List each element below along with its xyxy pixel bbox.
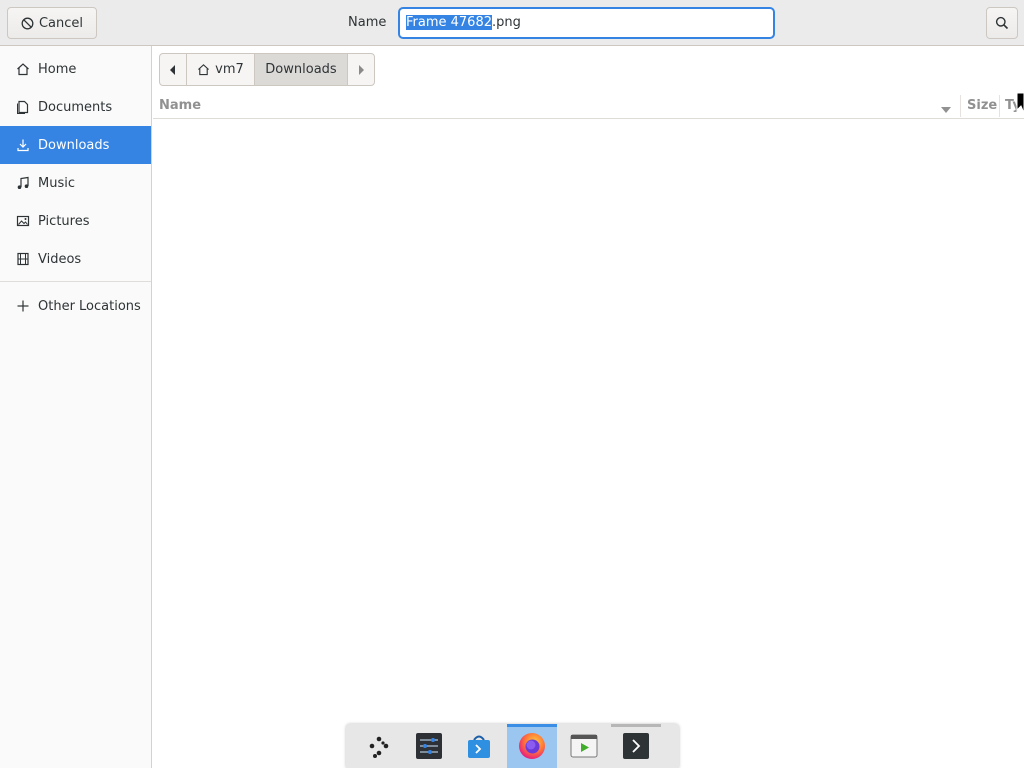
dock [346,724,679,768]
path-back-button[interactable] [160,54,186,85]
documents-icon [15,99,31,115]
dock-item-settings[interactable] [404,724,454,768]
path-segment-home[interactable]: vm7 [186,54,254,85]
path-segment-downloads[interactable]: Downloads [254,54,348,85]
music-icon [15,175,31,191]
filename-input[interactable]: Frame 47682.png [398,7,775,39]
plus-icon [15,298,31,314]
media-player-icon [570,732,598,760]
sidebar-item-label: Videos [38,251,82,267]
filename-selected-text: Frame 47682 [406,15,492,30]
sidebar-item-music[interactable]: Music [0,164,151,202]
file-list-header: Name Size Ty [153,93,1024,119]
mouse-cursor-icon [1016,92,1024,118]
sidebar-item-label: Other Locations [38,298,141,314]
sidebar-item-videos[interactable]: Videos [0,240,151,278]
cancel-icon [21,17,34,30]
path-segment-label: vm7 [215,62,244,77]
path-segment-label: Downloads [265,62,337,77]
home-icon [197,63,210,76]
sidebar-item-downloads[interactable]: Downloads [0,126,151,164]
column-header-name[interactable]: Name [159,98,201,113]
filename-extension-text: .png [492,15,521,30]
pictures-icon [15,213,31,229]
sidebar-item-documents[interactable]: Documents [0,88,151,126]
search-button[interactable] [986,7,1018,39]
path-bar: vm7 Downloads [159,53,375,86]
sidebar-item-label: Music [38,175,75,191]
header-bar: Cancel Name Frame 47682.png [0,0,1024,46]
column-separator[interactable] [999,95,1000,117]
places-sidebar: Home Documents Downloads Music Pictures … [0,46,152,768]
sidebar-item-home[interactable]: Home [0,50,151,88]
software-store-icon [465,732,493,760]
name-label: Name [348,15,387,30]
dock-item-terminal[interactable] [611,724,661,768]
cancel-label: Cancel [38,15,84,31]
chevron-right-icon [357,64,365,75]
downloads-icon [15,137,31,153]
home-icon [15,61,31,77]
search-icon [995,16,1009,30]
sidebar-item-label: Pictures [38,213,90,229]
sidebar-separator [0,281,151,282]
sidebar-item-pictures[interactable]: Pictures [0,202,151,240]
sidebar-item-label: Downloads [38,137,110,153]
sidebar-item-label: Home [38,61,77,77]
sidebar-item-label: Documents [38,99,113,115]
firefox-icon [517,731,547,761]
settings-icon [415,732,443,760]
cancel-button[interactable]: Cancel [7,7,97,39]
dock-item-media-player[interactable] [559,724,609,768]
app-grid-icon [366,733,392,759]
column-header-size[interactable]: Size [967,98,997,113]
dock-item-app-grid[interactable] [354,724,404,768]
file-list[interactable] [153,119,1024,719]
dock-item-software-store[interactable] [454,724,504,768]
sidebar-item-other-locations[interactable]: Other Locations [0,287,151,325]
dock-item-firefox[interactable] [507,724,557,768]
terminal-icon [622,732,650,760]
chevron-left-icon [169,64,177,75]
column-separator[interactable] [960,95,961,117]
path-forward-button[interactable] [348,54,374,85]
sort-descending-icon[interactable] [941,102,951,117]
videos-icon [15,251,31,267]
